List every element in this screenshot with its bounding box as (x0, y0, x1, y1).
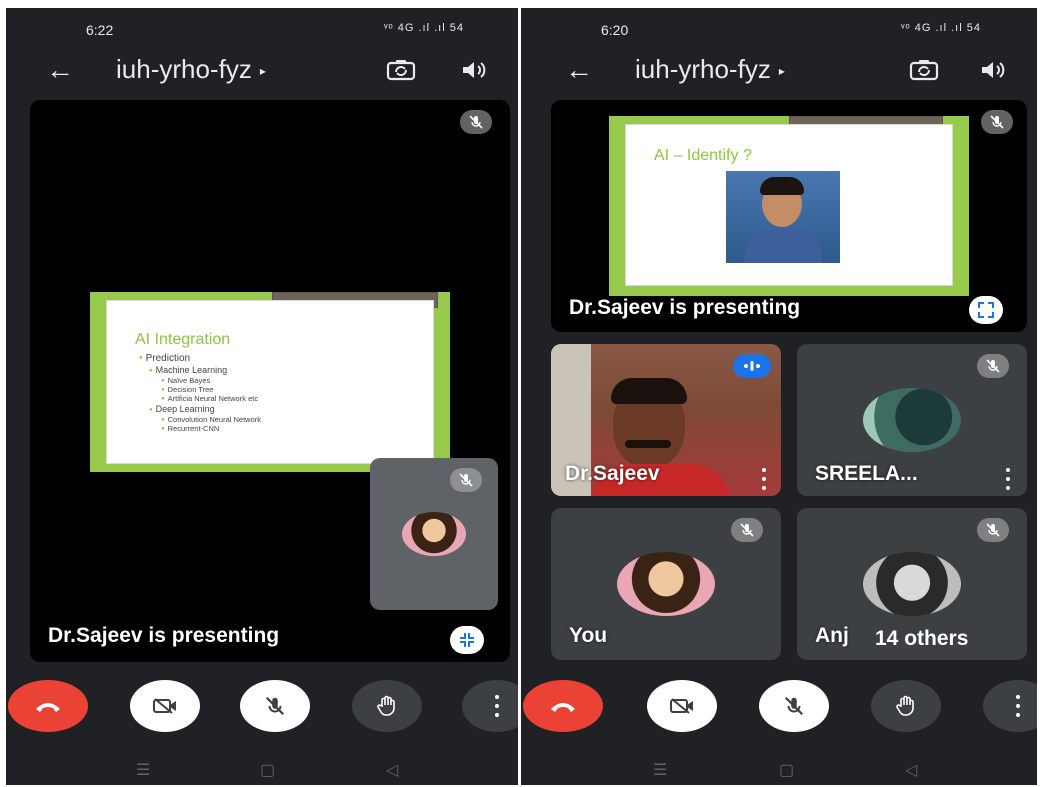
mic-toggle-button[interactable] (759, 680, 829, 732)
meeting-code[interactable]: iuh-yrho-fyz ▸ (635, 54, 785, 85)
switch-camera-icon[interactable] (909, 58, 939, 82)
meeting-topbar: ← iuh-yrho-fyz ▸ (6, 52, 518, 96)
android-nav-bar: ☰ ▢ ◁ (6, 748, 518, 784)
switch-camera-icon[interactable] (386, 58, 416, 82)
presenting-label: Dr.Sajeev is presenting (569, 296, 801, 319)
mic-off-icon (450, 468, 482, 492)
call-controls (6, 680, 518, 740)
raise-hand-button[interactable] (871, 680, 941, 732)
others-count-badge[interactable]: 14 others (859, 622, 985, 656)
raise-hand-button[interactable] (352, 680, 422, 732)
back-arrow-icon[interactable]: ← (46, 56, 74, 84)
mic-off-icon (981, 110, 1013, 134)
home-icon[interactable]: ▢ (260, 760, 275, 780)
self-view-pip[interactable] (370, 458, 498, 610)
participant-name: Dr.Sajeev (565, 462, 660, 485)
call-controls (521, 680, 1037, 740)
status-time: 6:22 (86, 22, 114, 38)
status-icons: ᵛᵒ 4G .ıl .ıl 54 (901, 22, 981, 34)
speaker-icon[interactable] (460, 58, 488, 82)
back-arrow-icon[interactable]: ← (565, 56, 593, 84)
more-options-button[interactable] (983, 680, 1037, 732)
more-vert-icon[interactable] (1005, 468, 1011, 490)
shared-slide: AI Integration Prediction Machine Learni… (90, 292, 450, 472)
end-call-button[interactable] (523, 680, 603, 732)
collapse-screen-icon[interactable] (450, 626, 484, 654)
participant-tile[interactable]: SREELA... (797, 344, 1027, 496)
mic-off-icon (784, 696, 804, 716)
avatar (402, 512, 466, 556)
camera-off-button[interactable] (647, 680, 717, 732)
nav-back-icon[interactable]: ◁ (905, 760, 917, 780)
mic-off-icon (977, 518, 1009, 542)
end-call-button[interactable] (8, 680, 88, 732)
mic-off-icon (460, 110, 492, 134)
participant-tile[interactable]: Dr.Sajeev (551, 344, 781, 496)
slide-title: AI Integration (135, 331, 231, 348)
meeting-topbar: ← iuh-yrho-fyz ▸ (521, 52, 1037, 96)
mic-off-icon (977, 354, 1009, 378)
avatar (863, 552, 961, 616)
more-vert-icon (494, 695, 500, 717)
slide-bullet: Convolution Neural Network (161, 415, 261, 424)
android-nav-bar: ☰ ▢ ◁ (521, 748, 1037, 784)
phone-screen-left: 6:22 ᵛᵒ 4G .ıl .ıl 54 ← iuh-yrho-fyz ▸ AI… (6, 8, 518, 785)
slide-content: AI – Identify ? (625, 124, 953, 286)
fullscreen-icon[interactable] (969, 296, 1003, 324)
more-vert-icon[interactable] (761, 468, 767, 490)
mic-toggle-button[interactable] (240, 680, 310, 732)
speaker-icon[interactable] (979, 58, 1007, 82)
presentation-tile[interactable]: AI – Identify ? Dr.Sajeev is presenting (551, 100, 1027, 332)
participant-name: SREELA... (815, 462, 918, 485)
avatar (617, 552, 715, 616)
participant-name: Anj (815, 624, 849, 647)
speaking-indicator-icon (733, 354, 771, 378)
hand-icon (377, 695, 395, 716)
more-options-button[interactable] (462, 680, 518, 732)
recent-apps-icon[interactable]: ☰ (653, 760, 667, 780)
participant-tile[interactable]: Anj 14 others (797, 508, 1027, 660)
slide-bullet: Recurrent-CNN (161, 424, 220, 433)
status-icons: ᵛᵒ 4G .ıl .ıl 54 (384, 22, 464, 34)
slide-bullet: Artificia Neural Network etc (161, 394, 258, 403)
meeting-code[interactable]: iuh-yrho-fyz ▸ (116, 54, 266, 85)
slide-bullet: Deep Learning (149, 404, 215, 414)
slide-bullet: Machine Learning (149, 365, 228, 375)
status-time: 6:20 (601, 22, 629, 38)
presenting-label: Dr.Sajeev is presenting (48, 624, 280, 647)
slide-bullet: Prediction (139, 353, 190, 364)
caret-right-icon: ▸ (778, 64, 785, 79)
status-bar: 6:20 ᵛᵒ 4G .ıl .ıl 54 (521, 8, 1037, 44)
meeting-code-text: iuh-yrho-fyz (116, 54, 252, 84)
status-bar: 6:22 ᵛᵒ 4G .ıl .ıl 54 (6, 8, 518, 44)
slide-photo (726, 171, 840, 263)
mic-off-icon (265, 696, 285, 716)
slide-bullet: Decision Tree (161, 385, 214, 394)
hand-icon (896, 695, 914, 716)
mic-off-icon (731, 518, 763, 542)
slide-bullet: Naïve Bayes (161, 376, 211, 385)
participant-tile[interactable]: You (551, 508, 781, 660)
participant-name: You (569, 624, 608, 647)
avatar (863, 388, 961, 452)
slide-title: AI – Identify ? (654, 147, 752, 164)
video-off-icon (153, 698, 176, 714)
camera-off-button[interactable] (130, 680, 200, 732)
home-icon[interactable]: ▢ (779, 760, 794, 780)
recent-apps-icon[interactable]: ☰ (136, 760, 150, 780)
shared-slide: AI – Identify ? (609, 116, 969, 296)
more-vert-icon (1015, 695, 1021, 717)
video-off-icon (670, 698, 693, 714)
meeting-code-text: iuh-yrho-fyz (635, 54, 771, 84)
slide-content: AI Integration Prediction Machine Learni… (106, 300, 434, 464)
nav-back-icon[interactable]: ◁ (386, 760, 398, 780)
caret-right-icon: ▸ (259, 64, 266, 79)
phone-screen-right: 6:20 ᵛᵒ 4G .ıl .ıl 54 ← iuh-yrho-fyz ▸ AI… (521, 8, 1037, 785)
